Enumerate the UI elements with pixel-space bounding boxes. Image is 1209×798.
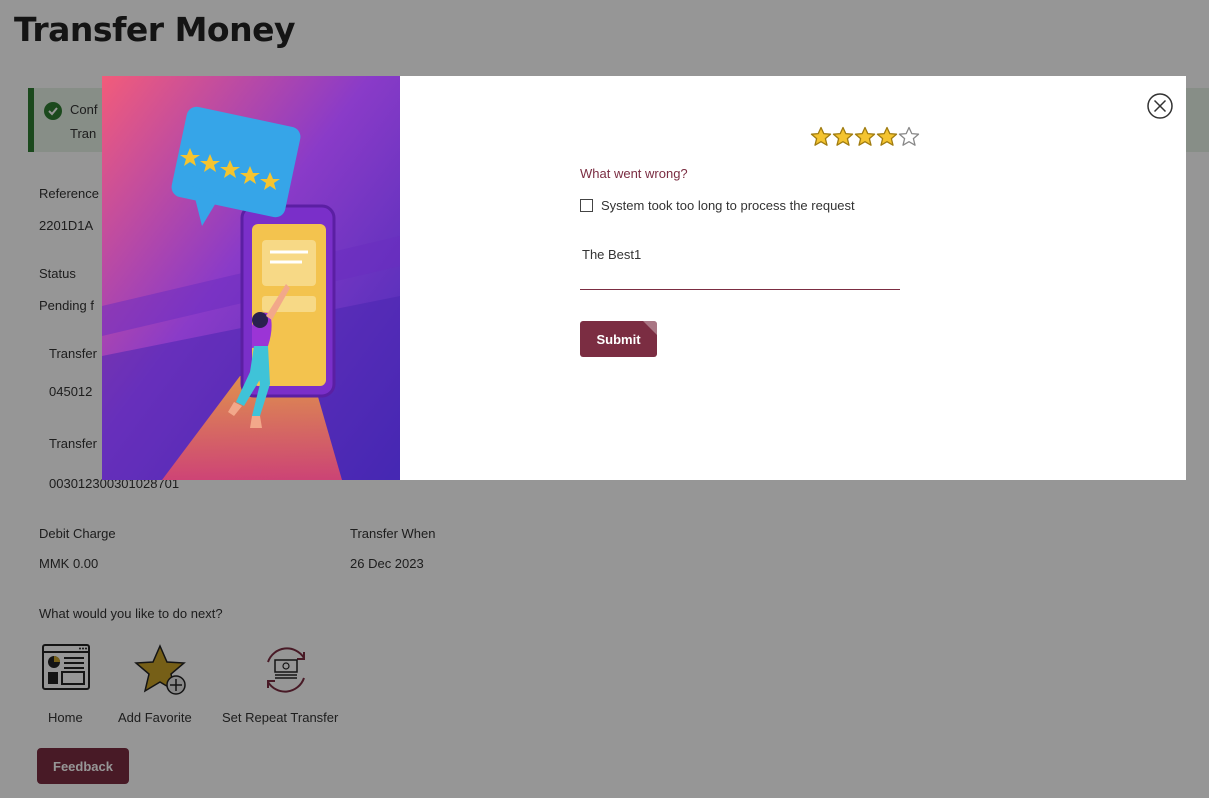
star-rating[interactable] — [810, 126, 920, 148]
star-filled-icon[interactable] — [832, 126, 854, 148]
star-empty-icon[interactable] — [898, 126, 920, 148]
feedback-modal: What went wrong? System took too long to… — [102, 76, 1186, 480]
star-filled-icon[interactable] — [854, 126, 876, 148]
what-went-wrong-label: What went wrong? — [580, 166, 688, 181]
feedback-form: What went wrong? System took too long to… — [400, 76, 1186, 480]
submit-button[interactable]: Submit — [580, 321, 657, 357]
option-slow-processing[interactable]: System took too long to process the requ… — [580, 198, 855, 213]
star-filled-icon[interactable] — [876, 126, 898, 148]
comment-input[interactable] — [580, 240, 900, 290]
rating-illustration — [102, 76, 400, 480]
submit-button-label: Submit — [596, 331, 641, 347]
star-filled-icon[interactable] — [810, 126, 832, 148]
option-label: System took too long to process the requ… — [601, 198, 855, 213]
option-checkbox[interactable] — [580, 199, 593, 212]
close-circle-icon[interactable] — [1146, 92, 1174, 120]
